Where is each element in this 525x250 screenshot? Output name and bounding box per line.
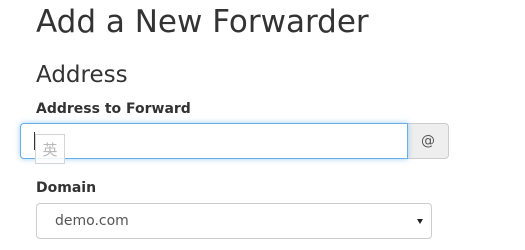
add-forwarder-page: Add a New Forwarder Address Address to F…	[0, 0, 525, 250]
at-sign-addon: @	[408, 123, 449, 159]
section-title-address: Address	[36, 62, 128, 88]
address-input-group: @	[20, 123, 449, 159]
page-title: Add a New Forwarder	[36, 4, 369, 40]
domain-select-value: demo.com	[55, 213, 129, 229]
address-to-forward-input[interactable]	[20, 123, 408, 159]
domain-select[interactable]: demo.com	[36, 203, 432, 239]
ime-mode-icon: 英	[35, 134, 65, 164]
domain-label: Domain	[36, 180, 97, 196]
address-to-forward-label: Address to Forward	[36, 101, 191, 117]
chevron-down-icon	[417, 218, 423, 224]
text-caret	[34, 132, 35, 150]
